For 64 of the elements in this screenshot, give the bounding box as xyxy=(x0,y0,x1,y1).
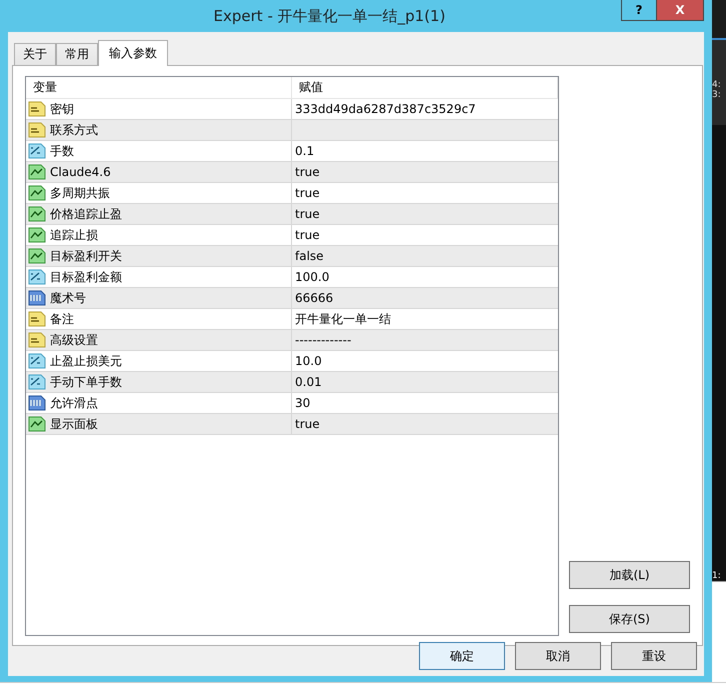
parameter-name: 备注 xyxy=(50,310,74,328)
boolean-type-icon xyxy=(28,164,46,180)
parameter-value[interactable]: 30 xyxy=(295,396,310,410)
parameter-value[interactable]: false xyxy=(295,249,324,263)
dialog-button[interactable]: 重设 xyxy=(611,642,697,670)
parameter-name: 高级设置 xyxy=(50,332,98,348)
parameter-value[interactable]: true xyxy=(295,165,320,179)
side-button[interactable]: 保存(S) xyxy=(569,605,690,633)
parameter-value[interactable]: 66666 xyxy=(295,291,334,305)
chart-label: 3: xyxy=(712,90,722,100)
parameter-name: 价格追踪止盈 xyxy=(50,206,122,222)
boolean-type-icon xyxy=(28,248,46,264)
decimal-type-icon xyxy=(28,374,46,390)
text-type-icon xyxy=(28,122,46,138)
parameter-value[interactable]: 0.01 xyxy=(295,375,322,389)
parameter-name: 魔术号 xyxy=(50,290,86,306)
close-button[interactable]: X xyxy=(657,0,704,21)
parameter-value[interactable]: true xyxy=(295,228,320,242)
parameter-value[interactable]: 开牛量化一单一结 xyxy=(295,310,391,328)
text-type-icon xyxy=(28,332,46,348)
parameter-name: 联系方式 xyxy=(50,122,98,138)
parameter-name: 密钥 xyxy=(50,100,74,118)
boolean-type-icon xyxy=(28,416,46,432)
tab[interactable]: 关于 xyxy=(14,43,56,65)
parameter-value[interactable]: 10.0 xyxy=(295,354,322,368)
text-type-icon xyxy=(28,311,46,327)
tab[interactable]: 输入参数 xyxy=(98,40,168,66)
decimal-type-icon xyxy=(28,269,46,285)
boolean-type-icon xyxy=(28,185,46,201)
parameter-name: 手数 xyxy=(50,142,74,160)
parameter-name: 目标盈利金额 xyxy=(50,268,122,286)
text-type-icon xyxy=(28,101,46,117)
parameter-name: 目标盈利开关 xyxy=(50,248,122,264)
decimal-type-icon xyxy=(28,353,46,369)
parameter-value[interactable]: true xyxy=(295,207,320,221)
toolbar-panel xyxy=(712,0,726,40)
chart-label: 1: xyxy=(712,571,722,581)
parameter-value[interactable]: 100.0 xyxy=(295,270,330,284)
parameter-name: 手动下单手数 xyxy=(50,374,122,390)
parameter-name: Claude4.6 xyxy=(50,165,111,179)
parameter-value[interactable]: ------------- xyxy=(295,333,352,347)
boolean-type-icon xyxy=(28,227,46,243)
chart-label: 4: xyxy=(712,80,722,90)
parameter-name: 多周期共振 xyxy=(50,184,110,202)
parameter-value[interactable]: true xyxy=(295,186,320,200)
column-header[interactable]: 赋值 xyxy=(292,77,558,98)
boolean-type-icon xyxy=(28,206,46,222)
parameter-name: 止盈止损美元 xyxy=(50,352,122,370)
integer-type-icon xyxy=(28,290,46,306)
side-button[interactable]: 加载(L) xyxy=(569,561,690,589)
parameter-value[interactable]: true xyxy=(295,417,320,431)
parameter-name: 允许滑点 xyxy=(50,394,98,412)
parameter-name: 显示面板 xyxy=(50,416,98,432)
parameter-name: 追踪止损 xyxy=(50,226,98,244)
dialog-button[interactable]: 确定 xyxy=(419,642,505,670)
decimal-type-icon xyxy=(28,143,46,159)
help-button[interactable]: ? xyxy=(621,0,657,21)
parameter-value[interactable]: 0.1 xyxy=(295,144,314,158)
dialog-button[interactable]: 取消 xyxy=(515,642,601,670)
column-header[interactable]: 变量 xyxy=(26,77,292,98)
parameter-value[interactable]: 333dd49da6287d387c3529c7 xyxy=(295,102,476,116)
integer-type-icon xyxy=(28,395,46,411)
tab[interactable]: 常用 xyxy=(56,43,98,65)
window-title: Expert - 开牛量化一单一结_p1(1) xyxy=(212,6,446,26)
